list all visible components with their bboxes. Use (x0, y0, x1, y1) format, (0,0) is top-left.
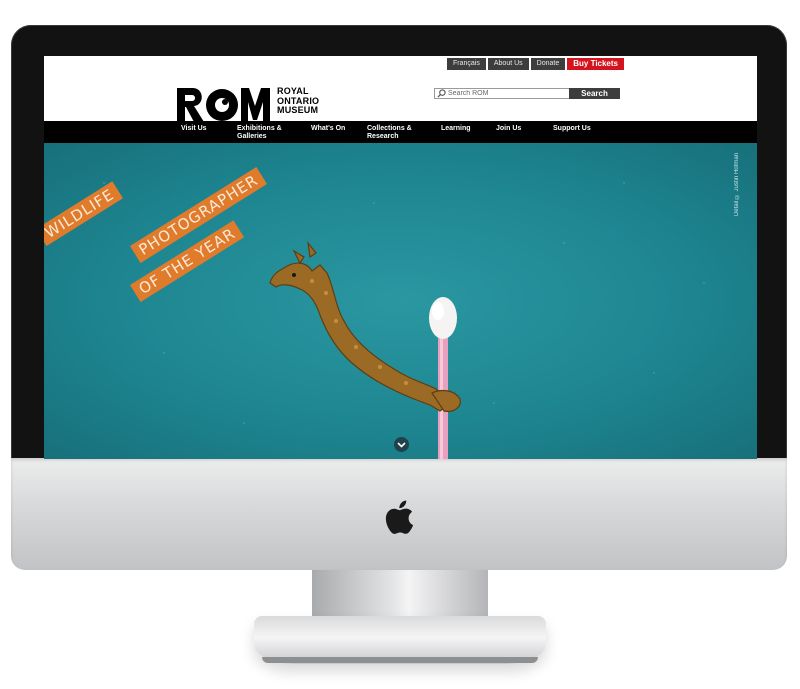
utility-nav: Français About Us Donate Buy Tickets (447, 58, 624, 70)
nav-whats-on-label: What's On (311, 125, 346, 132)
nav-collections-line1: Collections & (367, 125, 412, 132)
nav-whats-on[interactable]: What's On (311, 125, 345, 133)
rom-logo[interactable]: ROYAL ONTARIO MUSEUM (177, 86, 342, 124)
donate-link[interactable]: Donate (530, 58, 566, 70)
photo-credit: Detail © Justin Hofman (734, 153, 740, 217)
rom-wordmark: ROYAL ONTARIO MUSEUM (277, 86, 319, 116)
nav-collections-line2: Research (367, 133, 399, 140)
hero-photo (103, 182, 705, 459)
search-button[interactable]: Search (569, 88, 620, 99)
nav-exhibitions-line2: Galleries (237, 133, 267, 140)
search-icon (437, 89, 446, 98)
nav-support-us-label: Support Us (553, 125, 591, 132)
screen: Français About Us Donate Buy Tickets ROY… (44, 56, 757, 459)
nav-learning-label: Learning (441, 125, 471, 132)
apple-logo-icon (385, 500, 414, 534)
nav-exhibitions[interactable]: Exhibitions & Galleries (237, 125, 282, 141)
nav-support-us[interactable]: Support Us (553, 125, 591, 133)
francais-link[interactable]: Français (447, 58, 486, 70)
search-input[interactable] (446, 89, 568, 98)
about-us-link[interactable]: About Us (487, 58, 529, 70)
nav-exhibitions-line1: Exhibitions & (237, 125, 282, 132)
main-nav: Visit Us Exhibitions & Galleries What's … (44, 121, 757, 143)
buy-tickets-button[interactable]: Buy Tickets (567, 58, 624, 70)
nav-join-us-label: Join Us (496, 125, 522, 132)
stand-neck (312, 570, 488, 620)
search-box (434, 88, 569, 99)
nav-join-us[interactable]: Join Us (496, 125, 521, 133)
scroll-down-button[interactable] (394, 437, 409, 452)
nav-learning[interactable]: Learning (441, 125, 471, 133)
rom-logo-mark (177, 88, 270, 122)
logo-line-museum: MUSEUM (277, 105, 319, 115)
hero-banner[interactable]: Detail © Justin Hofman WILDLIFE PHOTOGRA… (44, 143, 757, 459)
nav-collections[interactable]: Collections & Research (367, 125, 412, 141)
stand-edge (262, 657, 538, 663)
nav-visit-us[interactable]: Visit Us (181, 125, 207, 133)
nav-visit-us-label: Visit Us (181, 125, 207, 132)
chevron-down-icon (397, 442, 406, 448)
search-bar: Search (434, 88, 620, 99)
